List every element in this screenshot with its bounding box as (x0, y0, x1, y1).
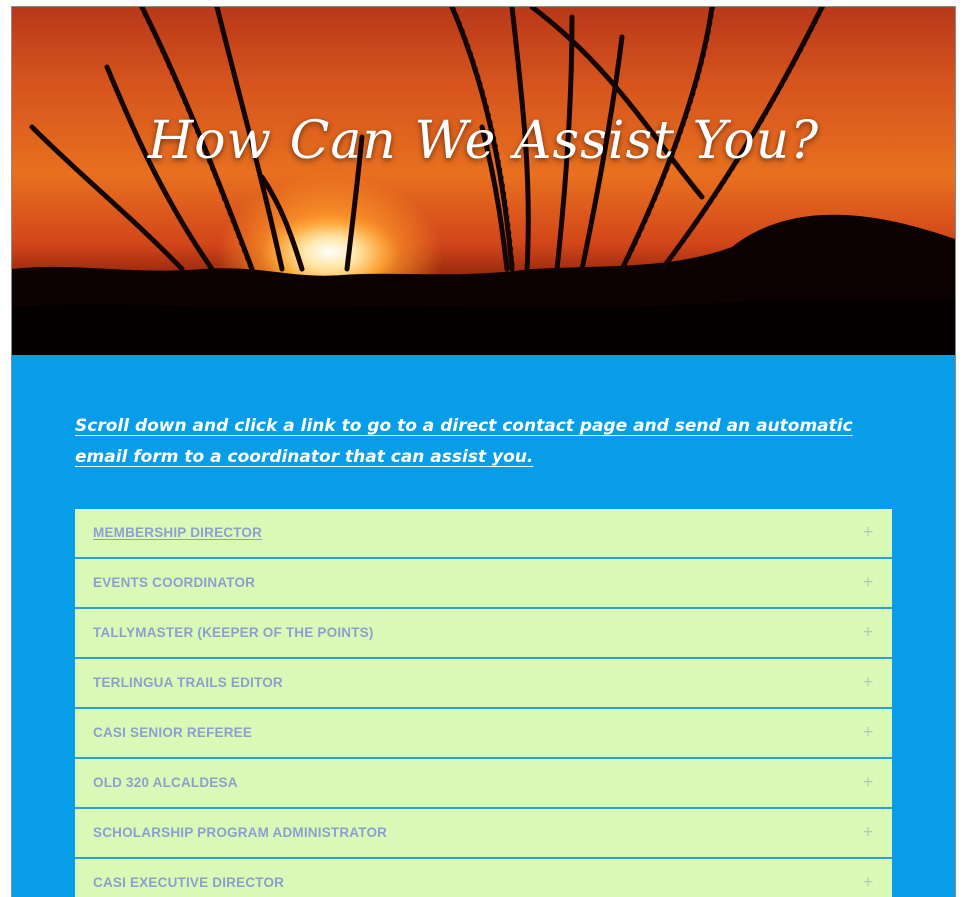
accordion-item-label: TALLYMASTER (KEEPER OF THE POINTS) (93, 625, 374, 640)
hero-banner: How Can We Assist You? (12, 7, 955, 355)
plus-icon[interactable]: + (862, 674, 874, 690)
accordion-item-label: TERLINGUA TRAILS EDITOR (93, 675, 283, 690)
contact-accordion: MEMBERSHIP DIRECTOR + EVENTS COORDINATOR… (75, 509, 892, 897)
plus-icon[interactable]: + (862, 824, 874, 840)
accordion-item-label: OLD 320 ALCALDESA (93, 775, 238, 790)
page-title: How Can We Assist You? (147, 111, 820, 171)
plus-icon[interactable]: + (862, 724, 874, 740)
intro-instructions: Scroll down and click a link to go to a … (75, 416, 853, 467)
accordion-item-scholarship-program-administrator[interactable]: SCHOLARSHIP PROGRAM ADMINISTRATOR + (75, 809, 892, 859)
accordion-item-label: EVENTS COORDINATOR (93, 575, 256, 590)
plus-icon[interactable]: + (862, 524, 874, 540)
plus-icon[interactable]: + (862, 874, 874, 890)
accordion-item-tallymaster[interactable]: TALLYMASTER (KEEPER OF THE POINTS) + (75, 609, 892, 659)
plus-icon[interactable]: + (862, 574, 874, 590)
accordion-item-old-320-alcaldesa[interactable]: OLD 320 ALCALDESA + (75, 759, 892, 809)
accordion-item-label: CASI EXECUTIVE DIRECTOR (93, 875, 285, 890)
plus-icon[interactable]: + (862, 624, 874, 640)
accordion-item-label[interactable]: MEMBERSHIP DIRECTOR (93, 525, 262, 540)
accordion-item-casi-senior-referee[interactable]: CASI SENIOR REFEREE + (75, 709, 892, 759)
plus-icon[interactable]: + (862, 774, 874, 790)
accordion-item-terlingua-trails-editor[interactable]: TERLINGUA TRAILS EDITOR + (75, 659, 892, 709)
accordion-item-membership-director[interactable]: MEMBERSHIP DIRECTOR + (75, 509, 892, 559)
sunset-ocotillo-image (12, 7, 955, 355)
accordion-item-casi-executive-director[interactable]: CASI EXECUTIVE DIRECTOR + (75, 859, 892, 897)
accordion-item-label: CASI SENIOR REFEREE (93, 725, 253, 740)
accordion-item-label: SCHOLARSHIP PROGRAM ADMINISTRATOR (93, 825, 388, 840)
page-frame: How Can We Assist You? Scroll down and c… (11, 6, 956, 897)
accordion-item-events-coordinator[interactable]: EVENTS COORDINATOR + (75, 559, 892, 609)
